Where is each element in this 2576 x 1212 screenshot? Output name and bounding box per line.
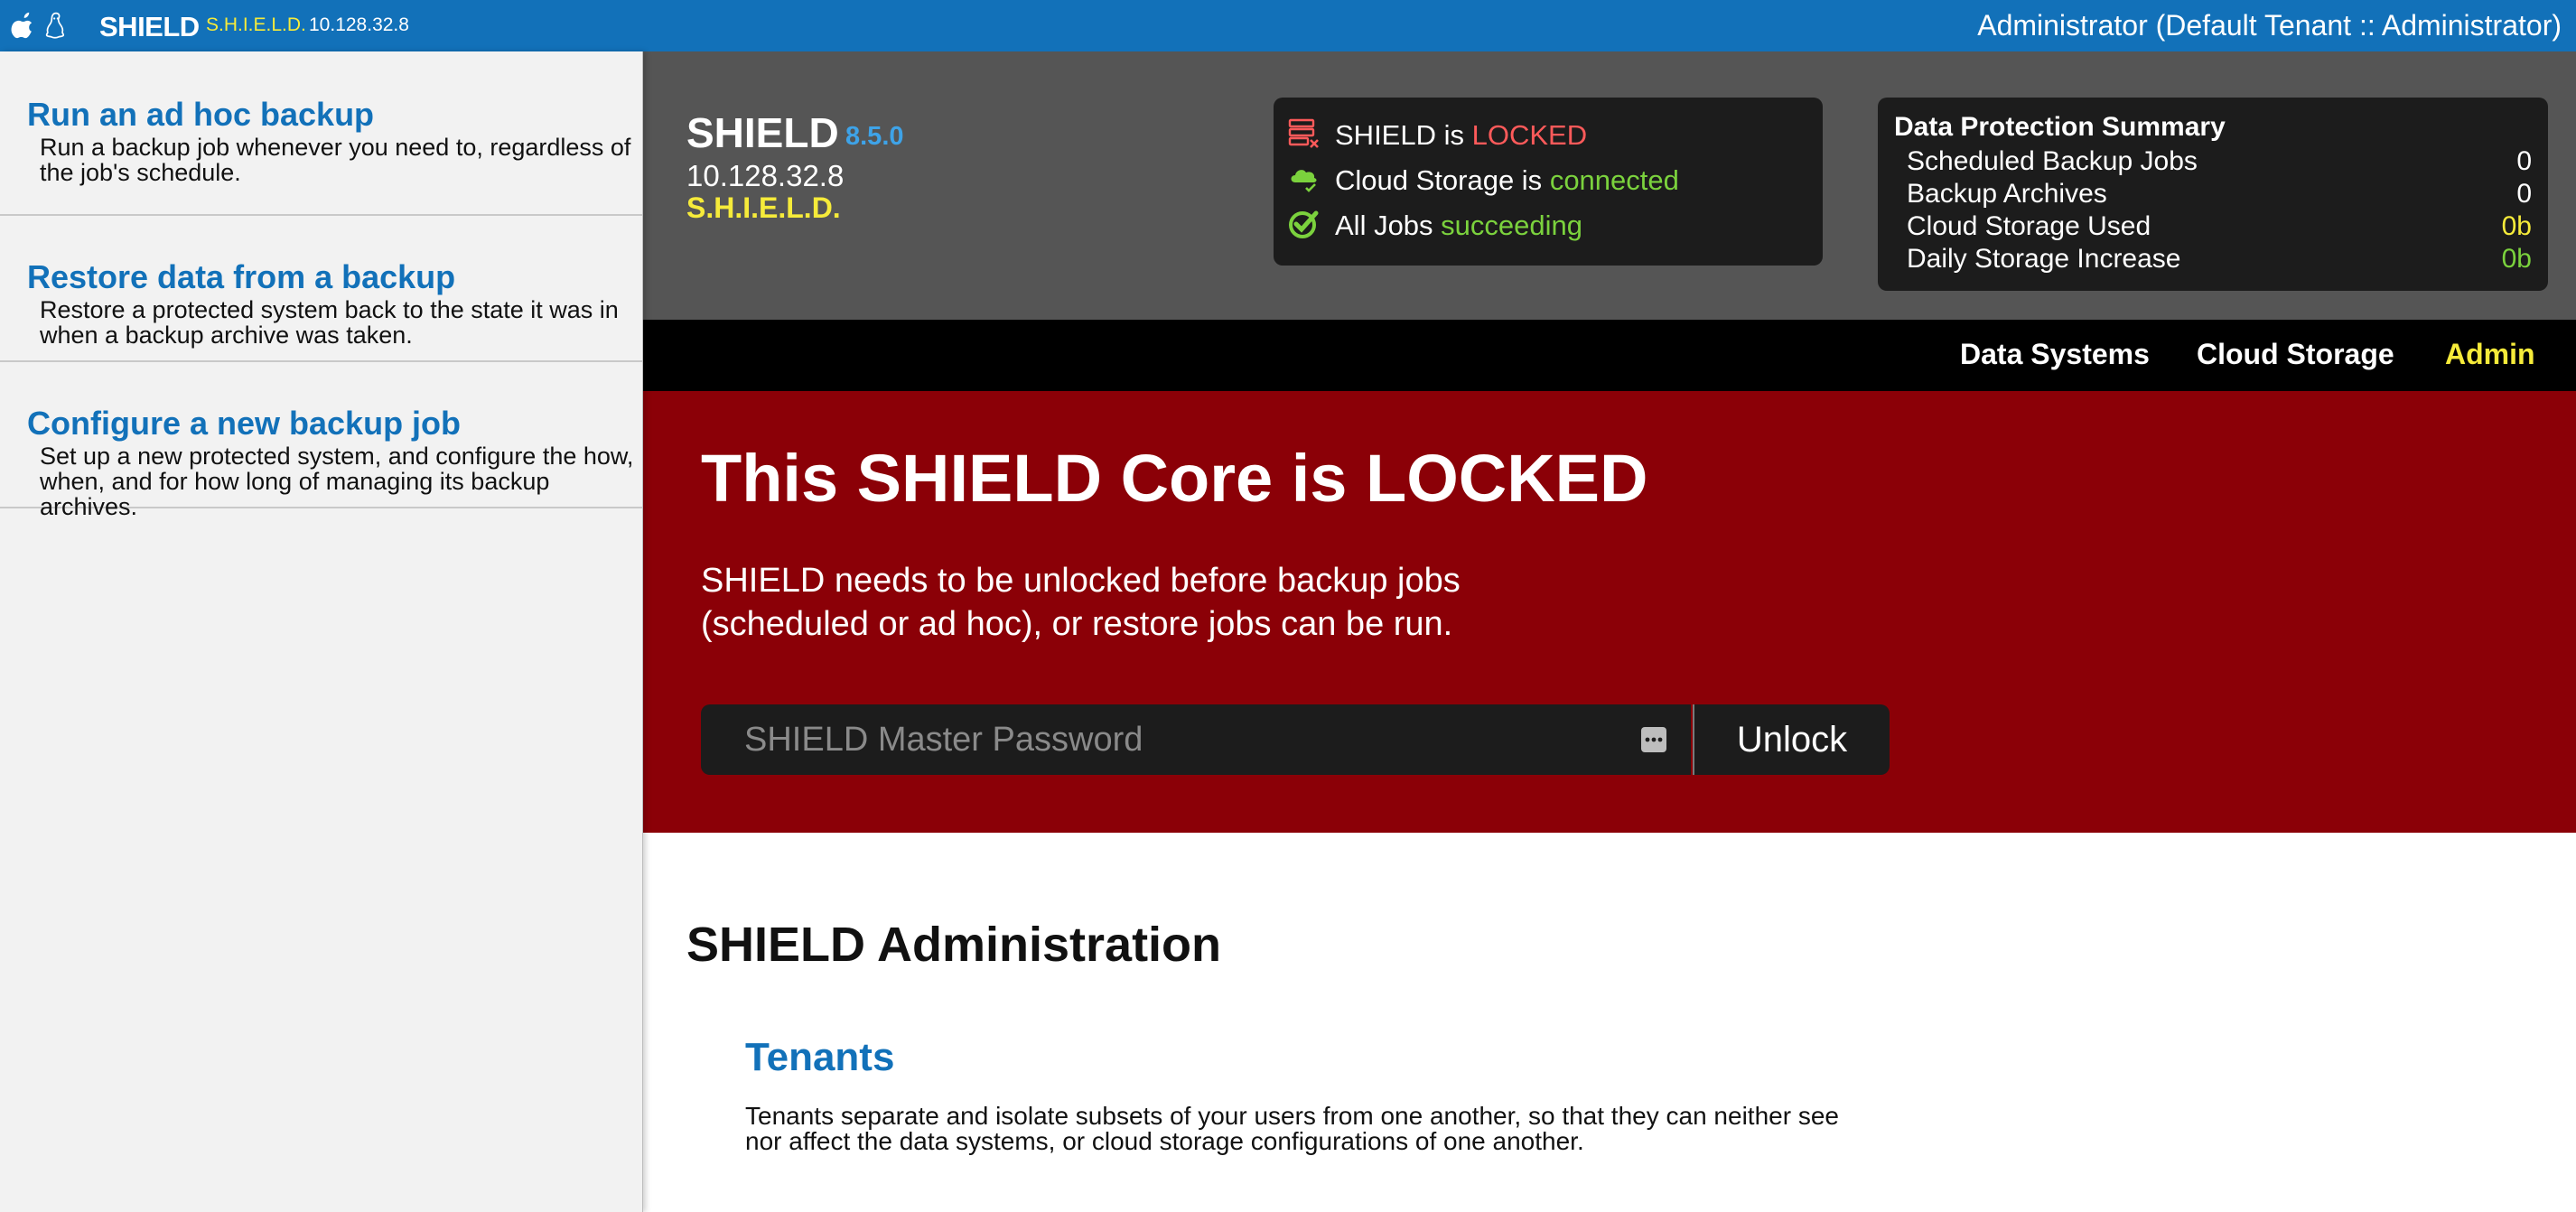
nav-admin[interactable]: Admin <box>2445 338 2535 371</box>
summary-value: 0 <box>2516 146 2532 176</box>
lock-message: SHIELD needs to be unlocked before backu… <box>701 562 1461 643</box>
data-protection-summary: Data Protection Summary Scheduled Backup… <box>1878 98 2548 291</box>
summary-value: 0b <box>2501 211 2532 241</box>
server-locked-icon <box>1288 118 1319 148</box>
password-manager-icon[interactable] <box>1640 726 1667 753</box>
nav-data-systems[interactable]: Data Systems <box>1960 338 2150 371</box>
master-password-input[interactable] <box>701 704 1691 775</box>
user-menu[interactable]: Administrator (Default Tenant :: Adminis… <box>1977 9 2562 42</box>
summary-value: 0 <box>2516 179 2532 209</box>
sidebar-item-configure-job[interactable]: Configure a new backup job Set up a new … <box>0 362 642 519</box>
summary-label: Backup Archives <box>1907 179 2107 209</box>
top-bar: SHIELD S.H.I.E.L.D. 10.128.32.8 Administ… <box>0 0 2576 51</box>
lock-title: This SHIELD Core is LOCKED <box>701 441 1648 516</box>
sidebar-item-adhoc-backup[interactable]: Run an ad hoc backup Run a backup job wh… <box>0 51 642 216</box>
unlock-form: Unlock <box>701 704 1890 775</box>
status-cloud-prefix: Cloud Storage is <box>1335 164 1550 196</box>
core-version: 8.5.0 <box>845 122 904 151</box>
summary-label: Cloud Storage Used <box>1907 211 2151 241</box>
summary-row-scheduled-jobs: Scheduled Backup Jobs 0 <box>1907 146 2532 179</box>
tenants-description: Tenants separate and isolate subsets of … <box>745 1102 1839 1155</box>
sidebar-item-description: Run a backup job whenever you need to, r… <box>40 134 631 186</box>
sidebar-item-restore[interactable]: Restore data from a backup Restore a pro… <box>0 216 642 362</box>
sidebar-item-description: Restore a protected system back to the s… <box>40 296 619 349</box>
core-ip-address: 10.128.32.8 <box>309 14 409 35</box>
environment-name: S.H.I.E.L.D. <box>206 14 306 35</box>
status-jobs-prefix: All Jobs <box>1335 210 1442 241</box>
core-name: SHIELD <box>686 109 839 156</box>
core-ip: 10.128.32.8 <box>686 159 845 192</box>
summary-value: 0b <box>2501 244 2532 274</box>
main-nav: Data Systems Cloud Storage Admin <box>643 320 2576 391</box>
sidebar-item-title[interactable]: Restore data from a backup <box>27 259 642 295</box>
tenants-link[interactable]: Tenants <box>745 1035 894 1080</box>
status-cloud-value: connected <box>1549 164 1679 196</box>
unlock-button[interactable]: Unlock <box>1693 704 1890 775</box>
status-locked-value: LOCKED <box>1471 119 1588 151</box>
sidebar-item-description: Set up a new protected system, and confi… <box>40 443 634 520</box>
app-name[interactable]: SHIELD <box>99 11 200 43</box>
page-title: SHIELD Administration <box>686 918 1222 972</box>
summary-label: Daily Storage Increase <box>1907 244 2181 274</box>
summary-row-daily-increase: Daily Storage Increase 0b <box>1907 244 2532 276</box>
status-locked-prefix: SHIELD is <box>1335 119 1472 151</box>
sidebar-item-title[interactable]: Run an ad hoc backup <box>27 97 642 133</box>
check-circle-icon <box>1289 210 1319 238</box>
nav-cloud-storage[interactable]: Cloud Storage <box>2197 338 2394 371</box>
summary-row-backup-archives: Backup Archives 0 <box>1907 179 2532 211</box>
lock-panel: This SHIELD Core is LOCKED SHIELD needs … <box>643 391 2576 833</box>
summary-title: Data Protection Summary <box>1894 112 2226 142</box>
sidebar-item-title[interactable]: Configure a new backup job <box>27 406 642 442</box>
core-header: SHIELD 8.5.0 10.128.32.8 S.H.I.E.L.D. SH… <box>643 51 2576 320</box>
summary-label: Scheduled Backup Jobs <box>1907 146 2198 176</box>
sidebar: Run an ad hoc backup Run a backup job wh… <box>0 51 643 1212</box>
status-panel: SHIELD is LOCKED Cloud Storage is connec… <box>1274 98 1823 266</box>
core-env-name: S.H.I.E.L.D. <box>686 191 841 224</box>
summary-row-storage-used: Cloud Storage Used 0b <box>1907 211 2532 244</box>
linux-icon <box>45 12 65 39</box>
apple-icon <box>11 12 33 39</box>
status-jobs-value: succeeding <box>1441 210 1583 241</box>
cloud-check-icon <box>1291 170 1317 192</box>
